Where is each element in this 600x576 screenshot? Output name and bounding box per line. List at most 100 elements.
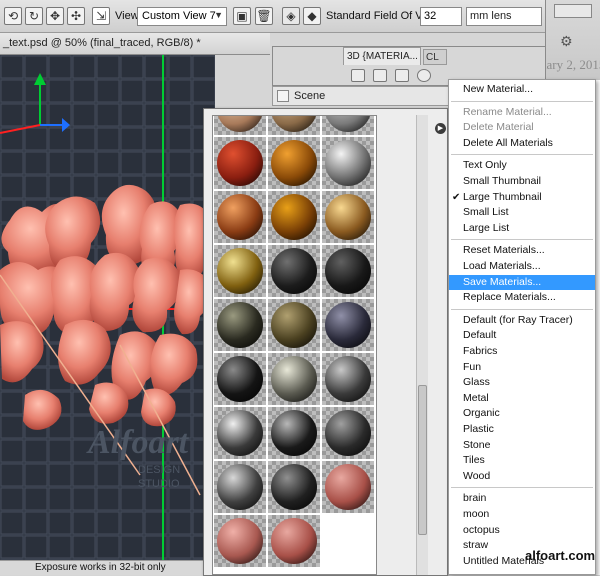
flyout-menu-icon[interactable]: ▶	[435, 123, 446, 134]
view-select[interactable]: Custom View 7 ▼	[137, 7, 227, 26]
material-filter-icon[interactable]	[395, 69, 409, 82]
picker-scrollbar[interactable]	[416, 115, 428, 575]
view-select-value: Custom View 7	[142, 10, 216, 22]
material-swatch[interactable]	[213, 514, 267, 568]
material-sphere	[325, 356, 371, 402]
menu-item[interactable]: moon	[449, 507, 595, 523]
material-swatch[interactable]	[267, 190, 321, 244]
material-swatch[interactable]	[321, 406, 375, 460]
scene-label: Scene	[294, 90, 326, 102]
menu-item[interactable]: Save Materials...	[449, 274, 595, 291]
material-swatch[interactable]	[321, 190, 375, 244]
menu-item[interactable]: Small List	[449, 205, 595, 221]
material-swatch[interactable]	[213, 190, 267, 244]
material-swatch[interactable]	[213, 244, 267, 298]
save-view-icon[interactable]: ▣	[233, 7, 251, 25]
tab-3d-materials[interactable]: 3D {MATERIA...	[343, 47, 421, 65]
options-bar: ⟲ ↻ ✥ ✣ ⇲ View: Custom View 7 ▼ ▣ 🗑 ◈ ◆ S…	[0, 0, 545, 33]
menu-item[interactable]: Text Only	[449, 158, 595, 174]
mesh-filter-icon[interactable]	[373, 69, 387, 82]
lens-input[interactable]: mm lens	[466, 7, 542, 26]
document-tab[interactable]: _text.psd @ 50% (final_traced, RGB/8) *	[0, 33, 270, 55]
material-swatch[interactable]	[321, 298, 375, 352]
rotate-3d-icon[interactable]: ⟲	[4, 7, 22, 25]
menu-item[interactable]: Stone	[449, 438, 595, 454]
material-swatch[interactable]	[267, 352, 321, 406]
material-sphere	[271, 356, 317, 402]
menu-item[interactable]: Delete All Materials	[449, 136, 595, 152]
menu-item[interactable]: Tiles	[449, 453, 595, 469]
menu-item[interactable]: Wood	[449, 469, 595, 485]
tab-clone[interactable]: CL	[423, 49, 447, 65]
light-filter-icon[interactable]	[417, 69, 431, 82]
fov-input[interactable]: 32	[420, 7, 462, 26]
material-swatch[interactable]	[213, 352, 267, 406]
object-mode-icon[interactable]: ◆	[303, 7, 321, 25]
menu-item[interactable]: Fun	[449, 360, 595, 376]
material-swatch[interactable]	[321, 460, 375, 514]
menu-item-label: Tiles	[463, 454, 485, 467]
menu-separator	[451, 100, 593, 102]
dock-button[interactable]	[554, 4, 592, 18]
menu-item[interactable]: Load Materials...	[449, 259, 595, 275]
menu-item[interactable]: Metal	[449, 391, 595, 407]
menu-item[interactable]: Replace Materials...	[449, 290, 595, 306]
material-swatch[interactable]	[213, 298, 267, 352]
material-sphere	[271, 518, 317, 564]
document-canvas[interactable]: Alfoart DESIGN STUDIO	[0, 55, 215, 560]
material-swatch[interactable]	[213, 136, 267, 190]
material-swatch[interactable]	[267, 514, 321, 568]
pan-3d-icon[interactable]: ✥	[46, 7, 64, 25]
chevron-down-icon: ▼	[214, 10, 223, 20]
menu-item[interactable]: brain	[449, 491, 595, 507]
menu-item-label: Metal	[463, 391, 489, 404]
scene-filter-icon[interactable]	[351, 69, 365, 82]
material-swatch[interactable]	[267, 136, 321, 190]
menu-item[interactable]: Organic	[449, 406, 595, 422]
delete-view-icon[interactable]: 🗑	[255, 7, 273, 25]
material-swatch[interactable]	[321, 244, 375, 298]
scrollbar-thumb[interactable]	[418, 385, 427, 535]
material-swatch[interactable]	[321, 352, 375, 406]
menu-item[interactable]: Default	[449, 328, 595, 344]
material-sphere	[271, 464, 317, 510]
material-swatch[interactable]	[267, 298, 321, 352]
menu-item[interactable]: Plastic	[449, 422, 595, 438]
scene-row[interactable]: Scene	[272, 86, 452, 106]
camera-mode-icon[interactable]: ◈	[282, 7, 300, 25]
slide-3d-icon[interactable]: ✣	[67, 7, 85, 25]
menu-item[interactable]: Default (for Ray Tracer)	[449, 313, 595, 329]
checkmark-icon: ✔	[452, 191, 461, 203]
material-swatch[interactable]	[267, 244, 321, 298]
menu-item[interactable]: Large List	[449, 221, 595, 237]
menu-item-label: Replace Materials...	[463, 291, 556, 304]
menu-item-label: Stone	[463, 438, 491, 451]
menu-item-label: Delete All Materials	[463, 136, 553, 149]
menu-item-label: Reset Materials...	[463, 244, 545, 257]
menu-item[interactable]: octopus	[449, 523, 595, 539]
material-grid	[212, 115, 377, 575]
material-swatch[interactable]	[321, 116, 375, 136]
material-swatch[interactable]	[321, 136, 375, 190]
material-swatch[interactable]	[267, 460, 321, 514]
menu-separator	[451, 154, 593, 156]
material-swatch[interactable]	[213, 406, 267, 460]
menu-item[interactable]: Glass	[449, 375, 595, 391]
menu-item[interactable]: ✔ Large Thumbnail	[449, 190, 595, 206]
material-swatch[interactable]	[213, 116, 267, 136]
3d-panel-icon[interactable]: ⚙	[560, 34, 573, 50]
roll-3d-icon[interactable]: ↻	[25, 7, 43, 25]
material-swatch[interactable]	[267, 406, 321, 460]
menu-item[interactable]: Fabrics	[449, 344, 595, 360]
menu-item[interactable]: Small Thumbnail	[449, 174, 595, 190]
material-swatch[interactable]	[213, 460, 267, 514]
material-sphere	[325, 410, 371, 456]
status-bar: Exposure works in 32-bit only	[0, 560, 205, 575]
menu-item[interactable]: Reset Materials...	[449, 243, 595, 259]
canvas-artwork: Alfoart DESIGN STUDIO	[0, 55, 215, 560]
material-sphere	[217, 356, 263, 402]
menu-item[interactable]: New Material...	[449, 82, 595, 98]
material-swatch[interactable]	[267, 116, 321, 136]
scale-3d-icon[interactable]: ⇲	[92, 7, 110, 25]
visibility-icon[interactable]	[277, 90, 289, 102]
